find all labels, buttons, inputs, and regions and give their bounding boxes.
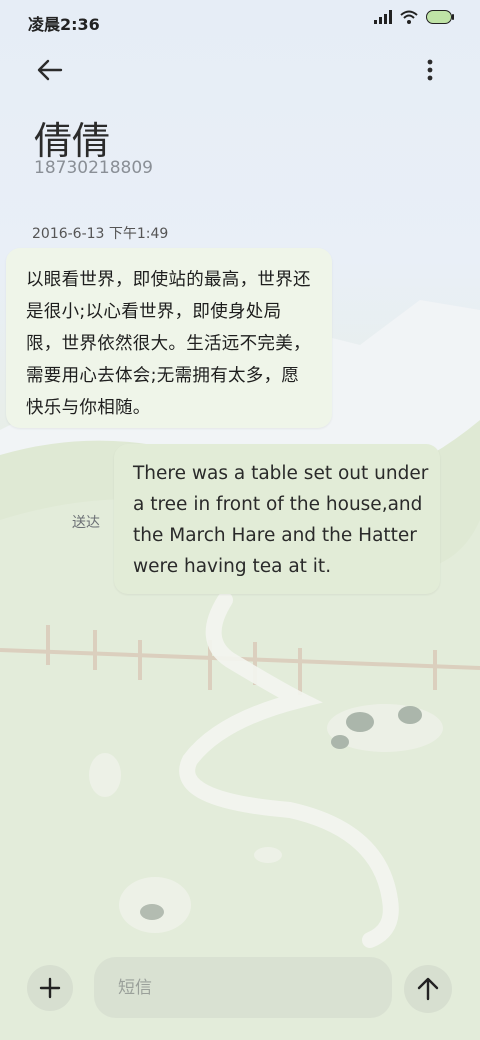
- send-button[interactable]: [404, 965, 452, 1013]
- incoming-message-bubble[interactable]: 以眼看世界，即使站的最高，世界还是很小;以心看世界，即使身处局限，世界依然很大。…: [6, 248, 332, 428]
- status-time: 凌晨2:36: [28, 15, 100, 34]
- signal-icon: [374, 10, 392, 24]
- delivery-status: 送达: [72, 515, 100, 531]
- add-attachment-button[interactable]: [27, 965, 73, 1011]
- contact-name: 倩倩: [34, 119, 111, 163]
- wifi-icon: [400, 10, 418, 24]
- status-bar: 凌晨2:36: [0, 0, 480, 42]
- arrow-up-icon: [417, 977, 439, 1001]
- sms-conversation-screen: 凌晨2:36 倩倩 18730218809 2016-6-13 下午1:49 以…: [0, 0, 480, 1040]
- more-options-button[interactable]: [410, 50, 450, 90]
- incoming-message-text: 以眼看世界，即使站的最高，世界还是很小;以心看世界，即使身处局限，世界依然很大。…: [26, 270, 311, 418]
- outgoing-message-bubble[interactable]: There was a table set out under a tree i…: [114, 444, 440, 594]
- contact-number[interactable]: 18730218809: [34, 158, 153, 178]
- battery-icon: [426, 10, 454, 24]
- message-input[interactable]: [94, 957, 392, 1018]
- outgoing-message-text: There was a table set out under a tree i…: [133, 463, 429, 577]
- message-timestamp: 2016-6-13 下午1:49: [32, 226, 169, 242]
- plus-icon: [39, 977, 61, 999]
- status-icons: [374, 10, 454, 24]
- back-arrow-icon: [37, 59, 63, 81]
- more-vertical-icon: [427, 59, 433, 81]
- back-button[interactable]: [30, 50, 70, 90]
